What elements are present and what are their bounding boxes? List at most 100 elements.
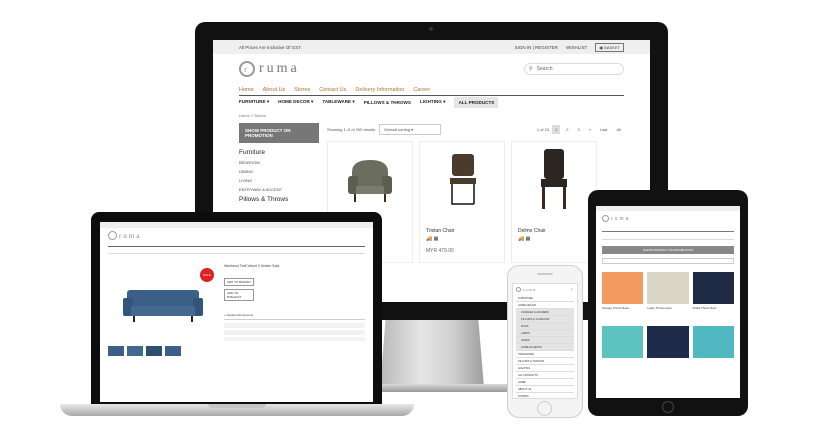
phone-menu-item[interactable]: LAMPS (516, 330, 574, 337)
cat-furniture[interactable]: FURNITURE ▾ (239, 99, 269, 105)
results-count: Showing 1–9 of 200 results (327, 126, 376, 132)
tablet-grid-row-2 (596, 314, 740, 358)
product-name[interactable]: Tristan Chair (426, 228, 498, 234)
page-last[interactable]: Last (597, 125, 611, 134)
page-next[interactable]: » (586, 125, 594, 134)
phone-menu-item[interactable]: HOME ACCENTS (516, 344, 574, 351)
phone-menu-item[interactable]: VASES (516, 337, 574, 344)
sidebar-heading-pillows[interactable]: Pillows & Throws (239, 196, 319, 203)
phone-menu-item[interactable]: LIGHTING (516, 365, 574, 372)
cat-pillows[interactable]: PILLOWS & THROWS (364, 100, 411, 105)
brand-name: ruma (259, 61, 300, 76)
product-card[interactable]: Tristan Chair 🚚 ▦ MYR 479.00 (419, 141, 505, 263)
phone-menu-item[interactable]: PILLOWS & THROWS (516, 358, 574, 365)
laptop-actions: ADD TO BASKET (224, 278, 365, 286)
sidebar-heading-furniture[interactable]: Furniture (239, 149, 319, 156)
product-image[interactable] (692, 326, 734, 358)
page-all[interactable]: All (614, 125, 624, 134)
laptop-logo[interactable]: ruma (100, 228, 373, 243)
search-placeholder: Search (536, 66, 553, 72)
product-image[interactable] (602, 326, 644, 358)
product-card[interactable]: Orange Throw Rose (602, 272, 644, 310)
laptop-product-area: SALE Weekend Twill Velvet 3 Seater Sofa … (100, 256, 373, 344)
thumbnail[interactable] (165, 346, 181, 356)
add-to-basket-button[interactable]: ADD TO BASKET (224, 278, 254, 286)
phone-screen: ruma ≡ FURNITURE HOME DECOR CANDLES & HOLD… (512, 283, 578, 399)
add-to-wishlist-button[interactable]: ADD TO WISHLIST (224, 289, 254, 301)
wishlist-link[interactable]: WISHLIST (566, 45, 587, 50)
laptop-screen: ruma SALE Weekend Twill Velvet 3 Seater … (100, 222, 373, 402)
tablet-promo-button[interactable]: SHOW PRODUCT ON PROMOTION (602, 246, 734, 254)
phone-menu-item[interactable]: HOME (516, 379, 574, 386)
product-name[interactable]: Delmo Chair (518, 228, 590, 234)
nav-career[interactable]: Career (413, 87, 430, 93)
thumbnail[interactable] (127, 346, 143, 356)
tablet-screen: ruma SHOW PRODUCT ON PROMOTION Orange Th… (596, 206, 740, 398)
phone-menu-item[interactable]: RUGS (516, 323, 574, 330)
signin-link[interactable]: SIGN IN | REGISTER (515, 45, 558, 50)
nav-home[interactable]: Home (239, 87, 254, 93)
nav-about[interactable]: About Us (263, 87, 286, 93)
nav-stores[interactable]: Stores (294, 87, 310, 93)
details-toggle[interactable]: + Details+Dimensions (224, 313, 365, 320)
sale-badge: SALE (200, 268, 214, 282)
laptop-catnav (108, 249, 365, 254)
thumbnail-strip (100, 344, 373, 358)
product-image (602, 272, 644, 304)
sidebar-item-dining[interactable]: DINING (239, 169, 319, 174)
cat-home-decor[interactable]: HOME DECOR ▾ (278, 99, 313, 105)
phone-home-button (537, 401, 552, 416)
cat-lighting[interactable]: LIGHTING ▾ (420, 99, 446, 105)
thumbnail[interactable] (108, 346, 124, 356)
delivery-truck-icon: 🚚 ▦ (518, 236, 531, 242)
sidebar-item-bedroom[interactable]: BEDROOM (239, 160, 319, 165)
logo-house-icon: r (239, 61, 255, 77)
imac-camera (429, 27, 433, 31)
basket-button[interactable]: ▣ BASKET (595, 42, 624, 52)
nav-contact[interactable]: Contact Us (319, 87, 346, 93)
product-card[interactable]: Leafy Throw Linen (647, 272, 689, 310)
phone-menu-item[interactable]: ALL PRODUCTS (516, 372, 574, 379)
search-icon: ⚲ (529, 66, 533, 72)
sidebar-item-entryway[interactable]: ENTRYWAY & ACCENT (239, 187, 319, 192)
product-card[interactable]: Delmo Chair 🚚 ▦ (511, 141, 597, 263)
nav-delivery[interactable]: Delivery Information (355, 87, 404, 93)
thumbnail[interactable] (146, 346, 162, 356)
tablet-brand: ruma (611, 215, 631, 222)
pager-label: 1 of 23 (536, 126, 550, 132)
page-1[interactable]: 1 (552, 124, 561, 134)
phone-menu-item[interactable]: ABOUT US (516, 386, 574, 393)
tablet-logo[interactable]: ruma (596, 211, 740, 226)
breadcrumb[interactable]: Home » Stores (213, 108, 650, 123)
phone-menu-item[interactable]: STORES (516, 393, 574, 398)
cat-tableware[interactable]: TABLEWARE ▾ (322, 99, 354, 105)
phone-menu-item[interactable]: PILLOWS & CUSHIONS (516, 316, 574, 323)
pagination: 1 of 23 1 2 3 » Last All (536, 124, 624, 134)
site-logo[interactable]: r ruma (239, 61, 300, 77)
page-2[interactable]: 2 (563, 125, 571, 134)
product-card[interactable]: Polka Throw Spot (692, 272, 734, 310)
page-3[interactable]: 3 (575, 125, 583, 134)
tablet-home-button (662, 401, 674, 413)
phone-menu-item[interactable]: FURNITURE (516, 295, 574, 302)
promo-button[interactable]: SHOW PRODUCT ON PROMOTION (239, 123, 319, 143)
hamburger-icon[interactable]: ≡ (571, 287, 574, 292)
sidebar-item-living[interactable]: LIVING (239, 178, 319, 183)
phone-menu-item[interactable]: HOME DECOR (516, 302, 574, 309)
product-image (692, 272, 734, 304)
phone-brand: ruma (523, 287, 537, 292)
cat-all-products[interactable]: ALL PRODUCTS (454, 96, 499, 108)
tablet-filter[interactable] (602, 258, 734, 264)
product-image (647, 272, 689, 304)
sort-select[interactable]: Default sorting ▾ (379, 123, 442, 135)
header: r ruma ⚲ Search (213, 54, 650, 84)
gst-notice: All Prices Are Inclusive Of GST. (239, 44, 302, 50)
product-image[interactable] (647, 326, 689, 358)
product-name: Orange Throw Rose (602, 306, 629, 310)
laptop-product-title: Weekend Twill Velvet 3 Seater Sofa (224, 264, 280, 268)
search-input[interactable]: ⚲ Search (524, 63, 624, 75)
logo-house-icon (108, 231, 117, 240)
phone-menu-item[interactable]: CANDLES & HOLDERS (516, 309, 574, 316)
phone-menu-item[interactable]: TABLEWARE (516, 351, 574, 358)
logo-mark-letter: r (244, 64, 250, 74)
